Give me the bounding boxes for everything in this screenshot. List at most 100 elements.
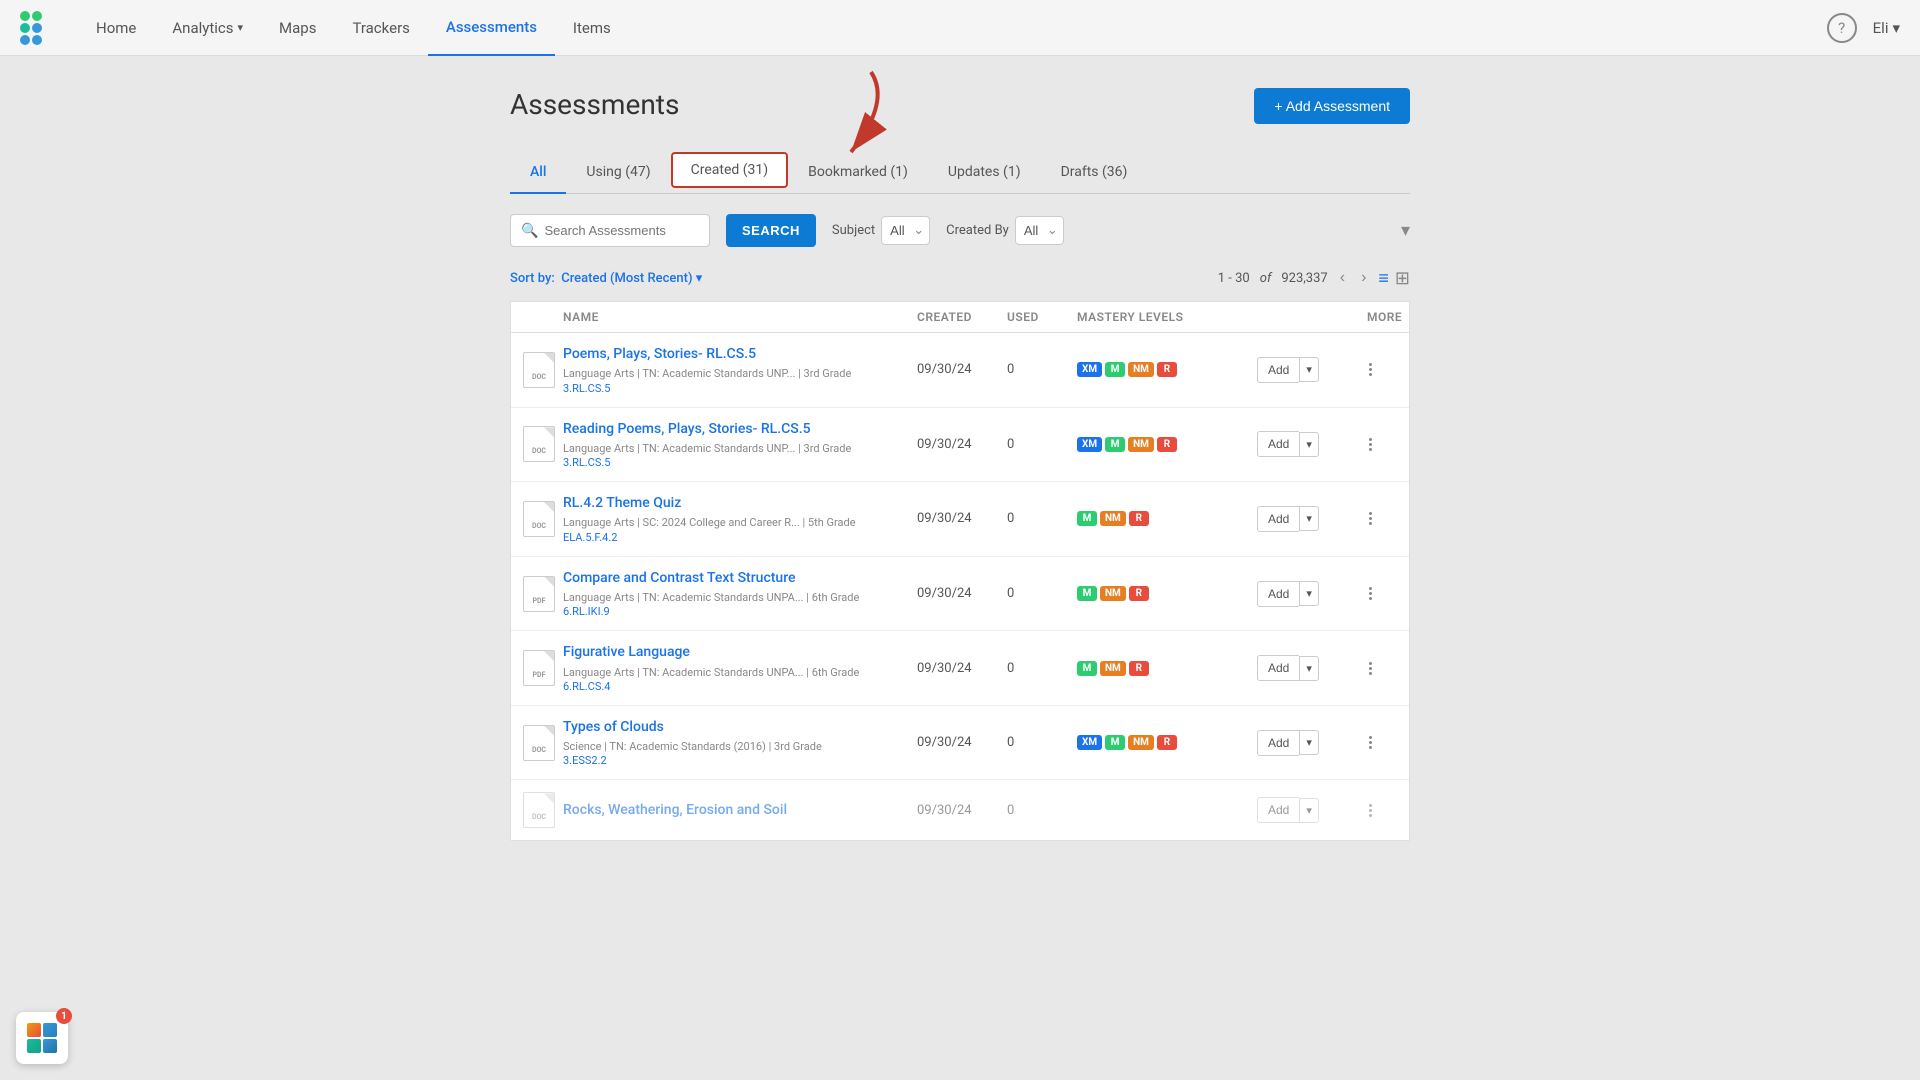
- more-options-button[interactable]: [1367, 361, 1374, 378]
- nav-analytics[interactable]: Analytics ▾: [154, 0, 261, 56]
- mastery-badge-m: M: [1105, 735, 1125, 750]
- more-cell: [1367, 436, 1397, 453]
- item-name-cell: Poems, Plays, Stories- RL.CS.5 Language …: [563, 345, 917, 395]
- item-standard-link[interactable]: 3.RL.CS.5: [563, 456, 917, 469]
- item-standard-link[interactable]: ELA.5.F.4.2: [563, 531, 917, 544]
- item-meta: Language Arts | SC: 2024 College and Car…: [563, 515, 917, 530]
- add-caret-button[interactable]: ▾: [1299, 506, 1319, 531]
- item-created-date: 09/30/24: [917, 511, 1007, 526]
- item-standard-link[interactable]: 6.RL.CS.4: [563, 680, 917, 693]
- add-button[interactable]: Add: [1257, 797, 1299, 823]
- tab-updates[interactable]: Updates (1): [928, 152, 1041, 194]
- add-caret-button[interactable]: ▾: [1299, 432, 1319, 457]
- bottom-logo[interactable]: 1: [16, 1012, 68, 1064]
- mastery-badge-xm: XM: [1077, 437, 1102, 452]
- user-menu[interactable]: Eli ▾: [1873, 19, 1900, 37]
- doc-icon-cell: DOC: [523, 426, 563, 462]
- add-caret-button[interactable]: ▾: [1299, 730, 1319, 755]
- item-created-date: 09/30/24: [917, 437, 1007, 452]
- item-name-cell: Figurative Language Language Arts | TN: …: [563, 643, 917, 693]
- item-used-count: 0: [1007, 803, 1077, 818]
- nav-items[interactable]: Items: [555, 0, 629, 56]
- add-button[interactable]: Add: [1257, 431, 1299, 457]
- mastery-badges: XMMNMR: [1077, 437, 1257, 452]
- tab-created[interactable]: Created (31): [671, 152, 789, 188]
- mastery-badge-r: R: [1157, 437, 1177, 452]
- table-row: DOC RL.4.2 Theme Quiz Language Arts | SC…: [511, 482, 1409, 557]
- created-by-select[interactable]: All: [1015, 216, 1064, 245]
- doc-type-icon: DOC: [523, 501, 555, 537]
- navbar: Home Analytics ▾ Maps Trackers Assessmen…: [0, 0, 1920, 56]
- app-logo[interactable]: [20, 11, 54, 45]
- item-title-link[interactable]: RL.4.2 Theme Quiz: [563, 494, 917, 512]
- add-caret-button[interactable]: ▾: [1299, 656, 1319, 681]
- tab-using[interactable]: Using (47): [566, 152, 670, 194]
- add-button[interactable]: Add: [1257, 357, 1299, 383]
- nav-assessments[interactable]: Assessments: [428, 0, 555, 56]
- nav-right: ? Eli ▾: [1827, 13, 1900, 43]
- add-button[interactable]: Add: [1257, 506, 1299, 532]
- list-view-button[interactable]: ≡: [1378, 268, 1389, 289]
- prev-page-button[interactable]: ‹: [1336, 267, 1349, 289]
- col-mastery-header: MASTERY LEVELS: [1077, 310, 1257, 324]
- item-title-link[interactable]: Poems, Plays, Stories- RL.CS.5: [563, 345, 917, 363]
- add-caret-button[interactable]: ▾: [1299, 581, 1319, 606]
- more-options-button[interactable]: [1367, 660, 1374, 677]
- search-button[interactable]: SEARCH: [726, 214, 816, 247]
- tab-all[interactable]: All: [510, 152, 566, 194]
- add-dropdown: Add ▾: [1257, 655, 1367, 681]
- tab-drafts[interactable]: Drafts (36): [1041, 152, 1148, 194]
- doc-type-icon: PDF: [523, 576, 555, 612]
- more-options-button[interactable]: [1367, 734, 1374, 751]
- nav-trackers[interactable]: Trackers: [334, 0, 427, 56]
- item-title-link[interactable]: Figurative Language: [563, 643, 917, 661]
- more-options-button[interactable]: [1367, 585, 1374, 602]
- item-title-link[interactable]: Types of Clouds: [563, 718, 917, 736]
- grid-view-button[interactable]: ⊞: [1395, 268, 1410, 289]
- add-button[interactable]: Add: [1257, 730, 1299, 756]
- nav-links: Home Analytics ▾ Maps Trackers Assessmen…: [78, 0, 1827, 56]
- filter-expand-button[interactable]: ▾: [1401, 220, 1410, 241]
- item-title-link[interactable]: Compare and Contrast Text Structure: [563, 569, 917, 587]
- add-caret-button[interactable]: ▾: [1299, 357, 1319, 382]
- sort-row: Sort by: Created (Most Recent) ▾ 1 - 30 …: [510, 267, 1410, 289]
- table-row: DOC Rocks, Weathering, Erosion and Soil …: [511, 780, 1409, 840]
- item-standard-link[interactable]: 3.ESS2.2: [563, 754, 917, 767]
- item-title-link[interactable]: Rocks, Weathering, Erosion and Soil: [563, 801, 917, 819]
- search-box[interactable]: 🔍: [510, 214, 710, 247]
- nav-maps[interactable]: Maps: [261, 0, 334, 56]
- add-button[interactable]: Add: [1257, 581, 1299, 607]
- more-cell: [1367, 734, 1397, 751]
- mastery-badge-nm: NM: [1100, 511, 1126, 526]
- mastery-badge-r: R: [1129, 661, 1149, 676]
- item-title-link[interactable]: Reading Poems, Plays, Stories- RL.CS.5: [563, 420, 917, 438]
- mastery-badge-nm: NM: [1128, 362, 1154, 377]
- mastery-badge-nm: NM: [1100, 661, 1126, 676]
- search-input[interactable]: [538, 215, 688, 246]
- item-used-count: 0: [1007, 362, 1077, 377]
- tab-bookmarked[interactable]: Bookmarked (1): [788, 152, 928, 194]
- mastery-badge-r: R: [1157, 362, 1177, 377]
- user-chevron-icon: ▾: [1892, 19, 1900, 37]
- item-name-cell: Compare and Contrast Text Structure Lang…: [563, 569, 917, 619]
- doc-type-icon: DOC: [523, 792, 555, 828]
- more-cell: [1367, 802, 1397, 819]
- item-used-count: 0: [1007, 511, 1077, 526]
- nav-home[interactable]: Home: [78, 0, 154, 56]
- more-options-button[interactable]: [1367, 510, 1374, 527]
- add-caret-button[interactable]: ▾: [1299, 798, 1319, 823]
- subject-select[interactable]: All: [881, 216, 930, 245]
- item-standard-link[interactable]: 6.RL.IKI.9: [563, 605, 917, 618]
- help-button[interactable]: ?: [1827, 13, 1857, 43]
- page-header: Assessments + Add Assessment: [510, 88, 1410, 124]
- mastery-badge-r: R: [1157, 735, 1177, 750]
- item-meta: Language Arts | TN: Academic Standards U…: [563, 665, 917, 680]
- notification-badge: 1: [56, 1008, 72, 1024]
- sort-value[interactable]: Created (Most Recent): [561, 271, 692, 286]
- add-assessment-button[interactable]: + Add Assessment: [1254, 88, 1410, 124]
- add-button[interactable]: Add: [1257, 655, 1299, 681]
- item-standard-link[interactable]: 3.RL.CS.5: [563, 382, 917, 395]
- more-options-button[interactable]: [1367, 436, 1374, 453]
- more-options-button[interactable]: [1367, 802, 1374, 819]
- next-page-button[interactable]: ›: [1357, 267, 1370, 289]
